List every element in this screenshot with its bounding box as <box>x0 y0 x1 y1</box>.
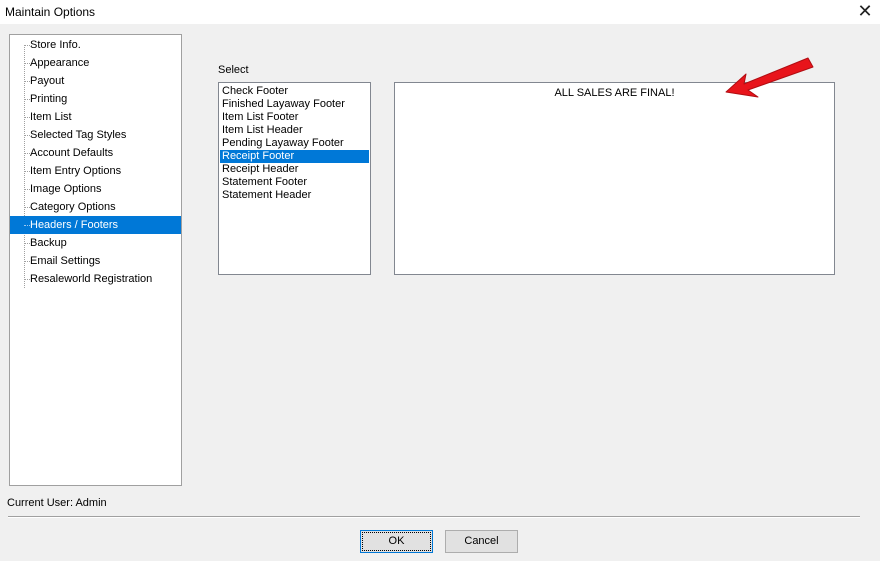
current-user-label: Current User: Admin <box>7 497 107 509</box>
close-icon[interactable]: ✕ <box>856 2 874 20</box>
tree-item-label: Selected Tag Styles <box>30 129 127 141</box>
tree-item-item-list[interactable]: Item List <box>10 108 181 126</box>
cancel-button-label: Cancel <box>464 535 499 547</box>
tree-item-label: Resaleworld Registration <box>30 273 153 285</box>
tree-item-category-options[interactable]: Category Options <box>10 198 181 216</box>
ok-button[interactable]: OK <box>360 530 433 553</box>
tree-item-label: Item List <box>30 111 72 123</box>
list-item-item-list-footer[interactable]: Item List Footer <box>220 111 369 124</box>
tree-item-account-defaults[interactable]: Account Defaults <box>10 144 181 162</box>
red-arrow-icon <box>725 57 814 98</box>
tree-item-image-options[interactable]: Image Options <box>10 180 181 198</box>
window-title: Maintain Options <box>5 5 96 19</box>
tree-item-resaleworld-registration[interactable]: Resaleworld Registration <box>10 270 181 288</box>
tree-item-label: Email Settings <box>30 255 101 267</box>
tree-item-label: Printing <box>30 93 68 105</box>
tree-item-label: Store Info. <box>30 39 81 51</box>
tree-item-label: Account Defaults <box>30 147 114 159</box>
list-item-statement-footer[interactable]: Statement Footer <box>220 176 369 189</box>
tree-item-backup[interactable]: Backup <box>10 234 181 252</box>
tree-item-label: Image Options <box>30 183 102 195</box>
tree-item-selected-tag-styles[interactable]: Selected Tag Styles <box>10 126 181 144</box>
tree-item-label: Appearance <box>30 57 90 69</box>
tree-item-label: Category Options <box>30 201 116 213</box>
tree-item-printing[interactable]: Printing <box>10 90 181 108</box>
tree-item-label: Headers / Footers <box>30 219 119 231</box>
focus-rect <box>362 532 431 551</box>
list-item-statement-header[interactable]: Statement Header <box>220 189 369 202</box>
cancel-button[interactable]: Cancel <box>445 530 518 553</box>
tree-item-item-entry-options[interactable]: Item Entry Options <box>10 162 181 180</box>
title-bar: Maintain Options ✕ <box>0 0 880 24</box>
tree-item-appearance[interactable]: Appearance <box>10 54 181 72</box>
tree-item-store-info[interactable]: Store Info. <box>10 36 181 54</box>
header-footer-listbox[interactable]: Check Footer Finished Layaway Footer Ite… <box>218 82 371 275</box>
tree-item-label: Item Entry Options <box>30 165 122 177</box>
divider <box>8 516 860 518</box>
list-item-receipt-header[interactable]: Receipt Header <box>220 163 369 176</box>
list-item-check-footer[interactable]: Check Footer <box>220 85 369 98</box>
select-label: Select <box>218 64 249 76</box>
tree-item-headers-footers[interactable]: Headers / Footers <box>10 216 181 234</box>
tree-item-payout[interactable]: Payout <box>10 72 181 90</box>
tree-item-label: Payout <box>30 75 65 87</box>
list-item-item-list-header[interactable]: Item List Header <box>220 124 369 137</box>
list-item-pending-layaway-footer[interactable]: Pending Layaway Footer <box>220 137 369 150</box>
tree-item-label: Backup <box>30 237 67 249</box>
list-item-finished-layaway-footer[interactable]: Finished Layaway Footer <box>220 98 369 111</box>
list-item-receipt-footer[interactable]: Receipt Footer <box>220 150 369 163</box>
footer-text-area[interactable]: ALL SALES ARE FINAL! <box>394 82 835 275</box>
options-tree[interactable]: Store Info. Appearance Payout Printing I… <box>9 34 182 486</box>
tree-item-email-settings[interactable]: Email Settings <box>10 252 181 270</box>
